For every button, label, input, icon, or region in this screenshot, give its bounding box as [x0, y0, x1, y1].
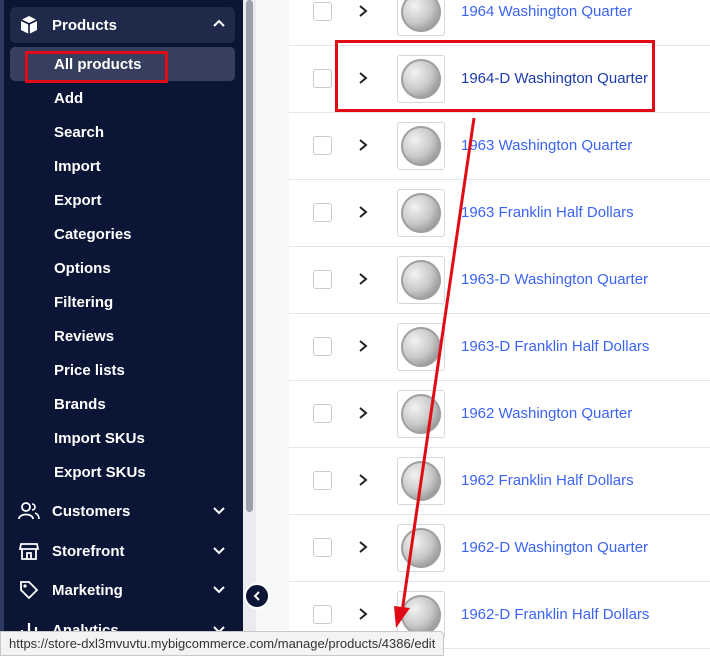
- row-checkbox[interactable]: [313, 136, 332, 155]
- chevron-right-icon[interactable]: [356, 272, 370, 286]
- chevron-down-icon[interactable]: [211, 581, 227, 597]
- chevron-right-icon[interactable]: [356, 138, 370, 152]
- product-name-link[interactable]: 1963 Washington Quarter: [461, 137, 632, 154]
- coin-image: [401, 327, 441, 367]
- product-thumbnail[interactable]: [397, 0, 445, 36]
- product-name-link[interactable]: 1963 Franklin Half Dollars: [461, 204, 634, 221]
- storefront-icon: [18, 540, 40, 562]
- collapse-sidebar-button[interactable]: [244, 583, 270, 609]
- tag-icon: [18, 579, 40, 601]
- table-row[interactable]: 1962 Washington Quarter: [289, 381, 710, 448]
- product-thumbnail[interactable]: [397, 457, 445, 505]
- chevron-right-icon[interactable]: [356, 339, 370, 353]
- table-row[interactable]: 1962-D Washington Quarter: [289, 515, 710, 582]
- row-checkbox[interactable]: [313, 270, 332, 289]
- coin-image: [401, 260, 441, 300]
- product-name-link[interactable]: 1963-D Washington Quarter: [461, 271, 648, 288]
- sidebar-scrollbar-thumb[interactable]: [246, 0, 253, 512]
- chevron-right-icon[interactable]: [356, 4, 370, 18]
- product-name-link[interactable]: 1962 Franklin Half Dollars: [461, 472, 634, 489]
- nav-marketing[interactable]: Marketing: [10, 572, 235, 608]
- product-name-link[interactable]: 1963-D Franklin Half Dollars: [461, 338, 649, 355]
- nav-marketing-label: Marketing: [52, 581, 123, 599]
- annotation-box-all-products: [25, 51, 168, 83]
- product-thumbnail[interactable]: [397, 323, 445, 371]
- coin-image: [401, 595, 441, 635]
- coin-image: [401, 394, 441, 434]
- subnav-brands[interactable]: Brands: [54, 396, 106, 413]
- nav-customers-label: Customers: [52, 502, 131, 520]
- subnav-price-lists[interactable]: Price lists: [54, 362, 125, 379]
- table-row[interactable]: 1962 Franklin Half Dollars: [289, 448, 710, 515]
- nav-customers[interactable]: Customers: [10, 493, 235, 529]
- table-row[interactable]: 1963-D Franklin Half Dollars: [289, 314, 710, 381]
- product-thumbnail[interactable]: [397, 524, 445, 572]
- chevron-up-icon[interactable]: [211, 16, 227, 32]
- subnav-reviews[interactable]: Reviews: [54, 328, 114, 345]
- subnav-categories[interactable]: Categories: [54, 226, 132, 243]
- box-icon: [18, 14, 40, 36]
- product-name-link[interactable]: 1962-D Washington Quarter: [461, 539, 648, 556]
- table-row[interactable]: 1963 Franklin Half Dollars: [289, 180, 710, 247]
- nav-products[interactable]: Products: [10, 7, 235, 43]
- users-icon: [18, 500, 40, 522]
- coin-image: [401, 461, 441, 501]
- subnav-import-skus[interactable]: Import SKUs: [54, 430, 145, 447]
- table-row[interactable]: 1963 Washington Quarter: [289, 113, 710, 180]
- subnav-add[interactable]: Add: [54, 90, 83, 107]
- chevron-left-icon: [253, 591, 260, 601]
- subnav-export-skus[interactable]: Export SKUs: [54, 464, 146, 481]
- row-checkbox[interactable]: [313, 471, 332, 490]
- row-checkbox[interactable]: [313, 69, 332, 88]
- coin-image: [401, 126, 441, 166]
- annotation-box-product-row: [335, 40, 655, 112]
- row-checkbox[interactable]: [313, 2, 332, 21]
- product-name-link[interactable]: 1962-D Franklin Half Dollars: [461, 606, 649, 623]
- row-checkbox[interactable]: [313, 203, 332, 222]
- nav-products-label: Products: [52, 16, 118, 34]
- table-row[interactable]: 1963-D Washington Quarter: [289, 247, 710, 314]
- nav-storefront-label: Storefront: [52, 542, 125, 560]
- subnav-export[interactable]: Export: [54, 192, 102, 209]
- sidebar-edge: [0, 0, 4, 656]
- subnav-options[interactable]: Options: [54, 260, 111, 277]
- row-checkbox[interactable]: [313, 404, 332, 423]
- nav-storefront[interactable]: Storefront: [10, 533, 235, 569]
- chevron-down-icon[interactable]: [211, 502, 227, 518]
- link-status-bar: https://store-dxl3mvuvtu.mybigcommerce.c…: [0, 631, 445, 656]
- coin-image: [401, 0, 441, 32]
- subnav-search[interactable]: Search: [54, 124, 104, 141]
- coin-image: [401, 193, 441, 233]
- row-checkbox[interactable]: [313, 337, 332, 356]
- sidebar: Products All products Add Search Import …: [0, 0, 243, 656]
- chevron-right-icon[interactable]: [356, 540, 370, 554]
- subnav-import[interactable]: Import: [54, 158, 101, 175]
- chevron-right-icon[interactable]: [356, 406, 370, 420]
- chevron-right-icon[interactable]: [356, 205, 370, 219]
- product-thumbnail[interactable]: [397, 189, 445, 237]
- product-thumbnail[interactable]: [397, 256, 445, 304]
- product-thumbnail[interactable]: [397, 122, 445, 170]
- row-checkbox[interactable]: [313, 538, 332, 557]
- product-thumbnail[interactable]: [397, 390, 445, 438]
- coin-image: [401, 528, 441, 568]
- product-name-link[interactable]: 1964 Washington Quarter: [461, 3, 632, 20]
- chevron-right-icon[interactable]: [356, 473, 370, 487]
- chevron-right-icon[interactable]: [356, 607, 370, 621]
- subnav-filtering[interactable]: Filtering: [54, 294, 113, 311]
- row-checkbox[interactable]: [313, 605, 332, 624]
- chevron-down-icon[interactable]: [211, 542, 227, 558]
- product-name-link[interactable]: 1962 Washington Quarter: [461, 405, 632, 422]
